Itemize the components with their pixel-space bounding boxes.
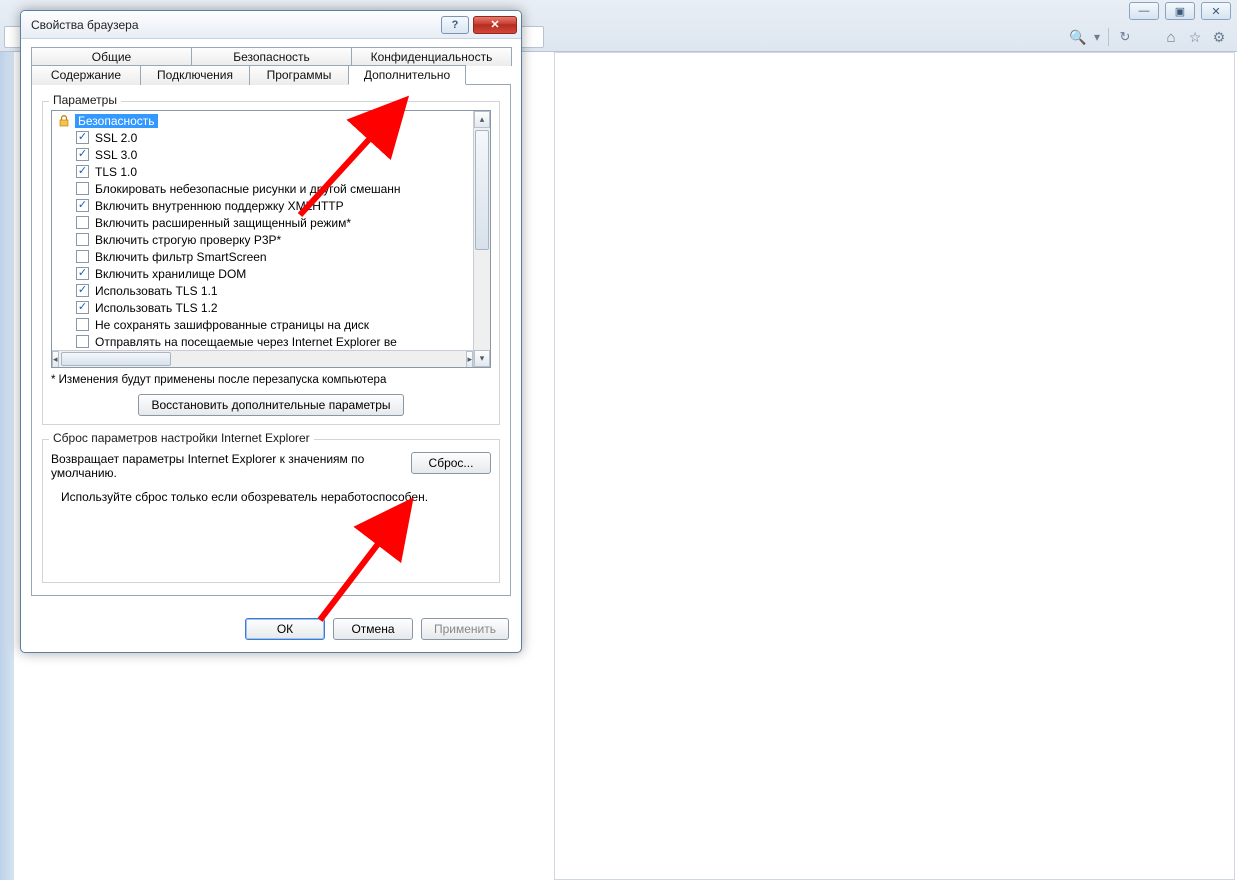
tab-general[interactable]: Общие (31, 47, 192, 66)
dialog-footer: ОК Отмена Применить (21, 608, 521, 652)
tree-item[interactable]: Включить строгую проверку P3P* (54, 231, 473, 248)
tree-item[interactable]: Включить хранилище DOM (54, 265, 473, 282)
tree-item[interactable]: SSL 3.0 (54, 146, 473, 163)
favorites-icon[interactable]: ☆ (1187, 29, 1203, 45)
toolbar-right: 🔍 ▾ ↻ ⌂ ☆ ⚙ (1070, 28, 1227, 46)
ok-button[interactable]: ОК (245, 618, 325, 640)
tab-programs[interactable]: Программы (249, 65, 349, 85)
reset-warning: Используйте сброс только если обозревате… (51, 490, 491, 504)
tree-item-label: Включить внутреннюю поддержку XMLHTTP (95, 199, 344, 213)
tree-item-label: Включить хранилище DOM (95, 267, 246, 281)
reset-description: Возвращает параметры Internet Explorer к… (51, 452, 401, 480)
hscroll-track[interactable] (59, 351, 467, 367)
toolbar-separator (1108, 28, 1109, 46)
vertical-scrollbar[interactable]: ▴ ▾ (473, 111, 490, 367)
parameters-group-label: Параметры (49, 93, 121, 107)
tree-item[interactable]: Отправлять на посещаемые через Internet … (54, 333, 473, 350)
left-window-strip (0, 52, 14, 880)
scroll-up-button[interactable]: ▴ (474, 111, 490, 128)
dialog-titlebar: Свойства браузера ? ✕ (21, 11, 521, 39)
checkbox[interactable] (76, 199, 89, 212)
window-controls: — ▣ ✕ (1123, 2, 1231, 20)
tree-item-label: Блокировать небезопасные рисунки и друго… (95, 182, 401, 196)
reset-group: Сброс параметров настройки Internet Expl… (42, 439, 500, 583)
close-button[interactable]: ✕ (473, 16, 517, 34)
tree-item-label: Не сохранять зашифрованные страницы на д… (95, 318, 369, 332)
checkbox[interactable] (76, 301, 89, 314)
tab-advanced[interactable]: Дополнительно (348, 65, 466, 85)
home-icon[interactable]: ⌂ (1163, 29, 1179, 45)
tree-item[interactable]: Включить внутреннюю поддержку XMLHTTP (54, 197, 473, 214)
tree-item-label: Включить расширенный защищенный режим* (95, 216, 351, 230)
vscroll-thumb[interactable] (475, 130, 489, 250)
reset-button[interactable]: Сброс... (411, 452, 491, 474)
tree-item-label: SSL 3.0 (95, 148, 137, 162)
minimize-button[interactable]: — (1129, 2, 1159, 20)
help-button[interactable]: ? (441, 16, 469, 34)
tree-item[interactable]: Включить фильтр SmartScreen (54, 248, 473, 265)
checkbox[interactable] (76, 233, 89, 246)
tab-content[interactable]: Содержание (31, 65, 141, 85)
restart-note: * Изменения будут применены после переза… (51, 374, 491, 386)
checkbox[interactable] (76, 148, 89, 161)
tab-connections[interactable]: Подключения (140, 65, 250, 85)
tabs-row-2: Содержание Подключения Программы Дополни… (31, 65, 511, 85)
search-dropdown-icon[interactable]: ▾ (1094, 30, 1100, 44)
tree-item-label: Отправлять на посещаемые через Internet … (95, 335, 397, 349)
search-icon[interactable]: 🔍 (1070, 29, 1086, 45)
maximize-button[interactable]: ▣ (1165, 2, 1195, 20)
dialog-title: Свойства браузера (31, 18, 139, 32)
checkbox[interactable] (76, 284, 89, 297)
tab-security[interactable]: Безопасность (191, 47, 352, 66)
tab-panel-advanced: Параметры Безопасность SSL 2.0 SSL 3.0 TLS… (31, 84, 511, 596)
checkbox[interactable] (76, 216, 89, 229)
checkbox[interactable] (76, 250, 89, 263)
parameters-group: Параметры Безопасность SSL 2.0SSL 3.0TLS… (42, 101, 500, 425)
tree-item-label: TLS 1.0 (95, 165, 137, 179)
tree-item[interactable]: Не сохранять зашифрованные страницы на д… (54, 316, 473, 333)
scroll-down-button[interactable]: ▾ (474, 350, 490, 367)
refresh-icon[interactable]: ↻ (1117, 29, 1133, 45)
checkbox[interactable] (76, 267, 89, 280)
tree-item-label: Включить строгую проверку P3P* (95, 233, 281, 247)
hscroll-thumb[interactable] (61, 352, 171, 366)
lock-icon (57, 114, 71, 128)
horizontal-scrollbar[interactable]: ◂ ▸ (52, 350, 473, 367)
tabs-row-1: Общие Безопасность Конфиденциальность (31, 47, 511, 66)
checkbox[interactable] (76, 335, 89, 348)
internet-options-dialog: Свойства браузера ? ✕ Общие Безопасность… (20, 10, 522, 653)
settings-tree-content: Безопасность SSL 2.0 SSL 3.0 TLS 1.0 Блокир… (52, 111, 473, 350)
checkbox[interactable] (76, 165, 89, 178)
tree-item[interactable]: Блокировать небезопасные рисунки и друго… (54, 180, 473, 197)
gear-icon[interactable]: ⚙ (1211, 29, 1227, 45)
tree-item[interactable]: Использовать TLS 1.2 (54, 299, 473, 316)
tree-item[interactable]: Включить расширенный защищенный режим* (54, 214, 473, 231)
tree-item[interactable]: TLS 1.0 (54, 163, 473, 180)
tree-item[interactable]: SSL 2.0 (54, 129, 473, 146)
tree-item[interactable]: Использовать TLS 1.1 (54, 282, 473, 299)
tree-category-label: Безопасность (75, 114, 158, 128)
checkbox[interactable] (76, 182, 89, 195)
tree-item-label: Использовать TLS 1.1 (95, 284, 218, 298)
reset-group-label: Сброс параметров настройки Internet Expl… (49, 431, 314, 445)
apply-button[interactable]: Применить (421, 618, 509, 640)
restore-advanced-button[interactable]: Восстановить дополнительные параметры (138, 394, 403, 416)
window-close-button[interactable]: ✕ (1201, 2, 1231, 20)
tree-item-label: Использовать TLS 1.2 (95, 301, 218, 315)
checkbox[interactable] (76, 318, 89, 331)
cancel-button[interactable]: Отмена (333, 618, 413, 640)
tree-category-security[interactable]: Безопасность (54, 113, 473, 129)
settings-tree[interactable]: Безопасность SSL 2.0 SSL 3.0 TLS 1.0 Блокир… (51, 110, 491, 368)
checkbox[interactable] (76, 131, 89, 144)
tab-privacy[interactable]: Конфиденциальность (351, 47, 512, 66)
page-content-area (554, 52, 1235, 880)
tree-item-label: Включить фильтр SmartScreen (95, 250, 267, 264)
vscroll-track[interactable] (474, 128, 490, 350)
tree-item-label: SSL 2.0 (95, 131, 137, 145)
